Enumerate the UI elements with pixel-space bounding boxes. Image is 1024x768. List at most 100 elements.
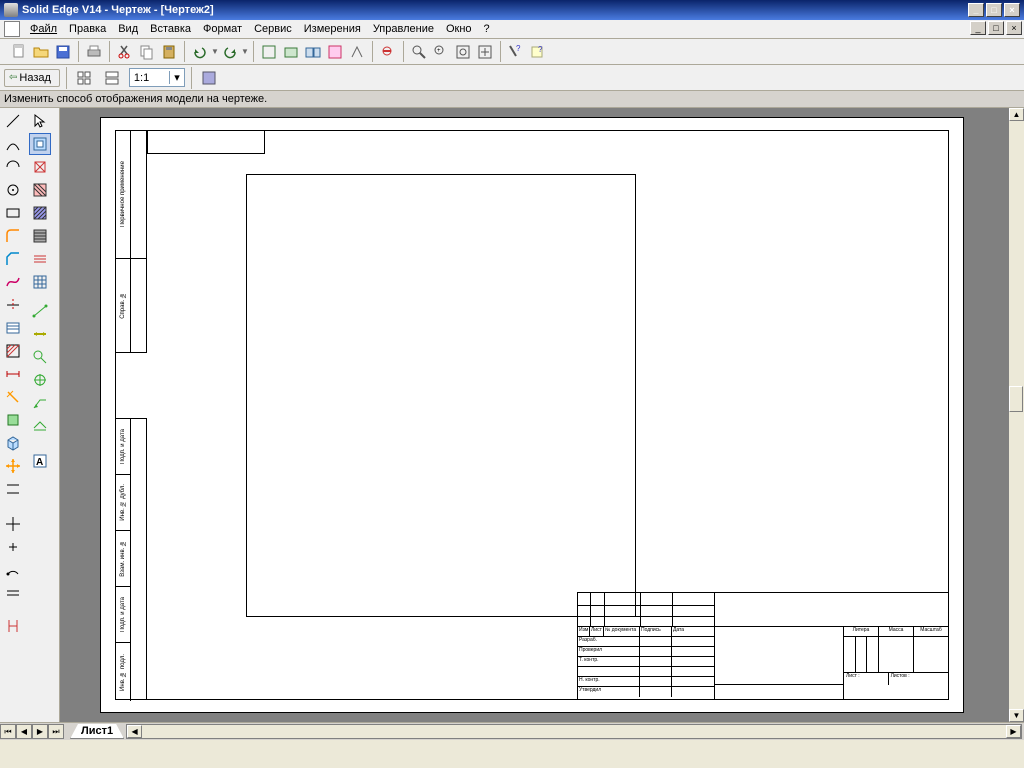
- fit-button[interactable]: [452, 41, 474, 63]
- arc2-tool[interactable]: [2, 156, 24, 178]
- undo-dropdown-icon[interactable]: ▼: [211, 47, 219, 56]
- canvas-area[interactable]: Первичное применение Справ. № Подп. и да…: [60, 108, 1024, 722]
- section-tool[interactable]: [29, 179, 51, 201]
- chamfer-tool[interactable]: [2, 248, 24, 270]
- analyze-button[interactable]: [377, 41, 399, 63]
- new-button[interactable]: [8, 41, 30, 63]
- dim4-tool[interactable]: [29, 323, 51, 345]
- horizontal-scrollbar[interactable]: ◀ ▶: [126, 724, 1022, 739]
- select-tool[interactable]: [29, 110, 51, 132]
- zoom-button[interactable]: +: [430, 41, 452, 63]
- cut-button[interactable]: [114, 41, 136, 63]
- sketch-button[interactable]: [258, 41, 280, 63]
- redo-button[interactable]: [219, 41, 241, 63]
- menu-format[interactable]: Формат: [197, 21, 248, 37]
- sym-tool[interactable]: [2, 409, 24, 431]
- view-rect[interactable]: [246, 174, 636, 617]
- menu-insert[interactable]: Вставка: [144, 21, 197, 37]
- hatch3-tool[interactable]: [29, 225, 51, 247]
- view1-button[interactable]: [280, 41, 302, 63]
- dim2-tool[interactable]: [2, 386, 24, 408]
- menu-edit[interactable]: Правка: [63, 21, 112, 37]
- pan-button[interactable]: [474, 41, 496, 63]
- table-tool[interactable]: [2, 317, 24, 339]
- mdi-max-button[interactable]: □: [988, 21, 1004, 35]
- menu-window[interactable]: Окно: [440, 21, 478, 37]
- view2-button[interactable]: [302, 41, 324, 63]
- view3-button[interactable]: [324, 41, 346, 63]
- arc3-tool[interactable]: [2, 559, 24, 581]
- ls-e: Взам. инв. №: [120, 540, 126, 577]
- view4-button[interactable]: [346, 41, 368, 63]
- open-button[interactable]: [30, 41, 52, 63]
- scroll-down-icon[interactable]: ▼: [1009, 709, 1024, 722]
- arc1-tool[interactable]: [2, 133, 24, 155]
- zoom-select[interactable]: 1:1 ▾: [129, 68, 185, 87]
- grid3-tool[interactable]: [29, 271, 51, 293]
- trim-tool[interactable]: [2, 294, 24, 316]
- rel-tool[interactable]: [2, 478, 24, 500]
- connector-tool[interactable]: [2, 615, 24, 637]
- box3d-tool[interactable]: [2, 432, 24, 454]
- text-tool[interactable]: A: [29, 450, 51, 472]
- max-button[interactable]: □: [986, 3, 1002, 17]
- close-button[interactable]: ×: [1004, 3, 1020, 17]
- menu-file[interactable]: Файл: [24, 21, 63, 37]
- rect-tool[interactable]: [2, 202, 24, 224]
- hline-tool[interactable]: [29, 248, 51, 270]
- min-button[interactable]: _: [968, 3, 984, 17]
- sheet-tab-1[interactable]: Лист1: [70, 724, 124, 739]
- copy-button[interactable]: [136, 41, 158, 63]
- grid1-button[interactable]: [73, 67, 95, 89]
- print-button[interactable]: [83, 41, 105, 63]
- doc-icon: [4, 21, 20, 37]
- move4-tool[interactable]: [2, 455, 24, 477]
- line-tool[interactable]: [2, 110, 24, 132]
- fillet-tool[interactable]: [2, 225, 24, 247]
- ls-c: Подп. и дата: [120, 429, 126, 464]
- circle-tool[interactable]: [2, 179, 24, 201]
- drawview-tool[interactable]: [29, 133, 51, 155]
- menu-manage[interactable]: Управление: [367, 21, 440, 37]
- first-sheet-button[interactable]: ⏮: [0, 724, 16, 739]
- target-tool[interactable]: [29, 369, 51, 391]
- curve-tool[interactable]: [2, 271, 24, 293]
- scroll-left-icon[interactable]: ◀: [127, 725, 142, 738]
- back-button[interactable]: ⇦ Назад: [4, 69, 60, 87]
- menu-view[interactable]: Вид: [112, 21, 144, 37]
- mdi-close-button[interactable]: ×: [1006, 21, 1022, 35]
- chevron-down-icon: ▾: [169, 71, 180, 84]
- center-tool[interactable]: [2, 513, 24, 535]
- vertical-scrollbar[interactable]: ▲ ▼: [1008, 108, 1024, 722]
- redo-dropdown-icon[interactable]: ▼: [241, 47, 249, 56]
- hatch2-tool[interactable]: [29, 202, 51, 224]
- shading-button[interactable]: [198, 67, 220, 89]
- save-button[interactable]: [52, 41, 74, 63]
- weld-tool[interactable]: [29, 415, 51, 437]
- hatch-tool[interactable]: [2, 340, 24, 362]
- dim1-tool[interactable]: [2, 363, 24, 385]
- grid2-button[interactable]: [101, 67, 123, 89]
- point-tool[interactable]: [2, 536, 24, 558]
- menu-tools[interactable]: Сервис: [248, 21, 298, 37]
- undo-button[interactable]: [189, 41, 211, 63]
- zoom-area-button[interactable]: [408, 41, 430, 63]
- object-tool[interactable]: [29, 156, 51, 178]
- help-tool1-button[interactable]: ?: [505, 41, 527, 63]
- leader-tool[interactable]: [29, 392, 51, 414]
- menu-help[interactable]: ?: [478, 21, 496, 37]
- scroll-right-icon[interactable]: ▶: [1006, 725, 1021, 738]
- mdi-min-button[interactable]: _: [970, 21, 986, 35]
- parallel-tool[interactable]: [2, 582, 24, 604]
- paste-button[interactable]: [158, 41, 180, 63]
- menu-measure[interactable]: Измерения: [298, 21, 367, 37]
- balloon-tool[interactable]: [29, 346, 51, 368]
- last-sheet-button[interactable]: ⏭: [48, 724, 64, 739]
- help-tool2-button[interactable]: ?: [527, 41, 549, 63]
- scroll-thumb[interactable]: [1009, 386, 1023, 412]
- scroll-up-icon[interactable]: ▲: [1009, 108, 1024, 121]
- next-sheet-button[interactable]: ▶: [32, 724, 48, 739]
- menubar: Файл Правка Вид Вставка Формат Сервис Из…: [0, 20, 1024, 39]
- prev-sheet-button[interactable]: ◀: [16, 724, 32, 739]
- dim3-tool[interactable]: [29, 300, 51, 322]
